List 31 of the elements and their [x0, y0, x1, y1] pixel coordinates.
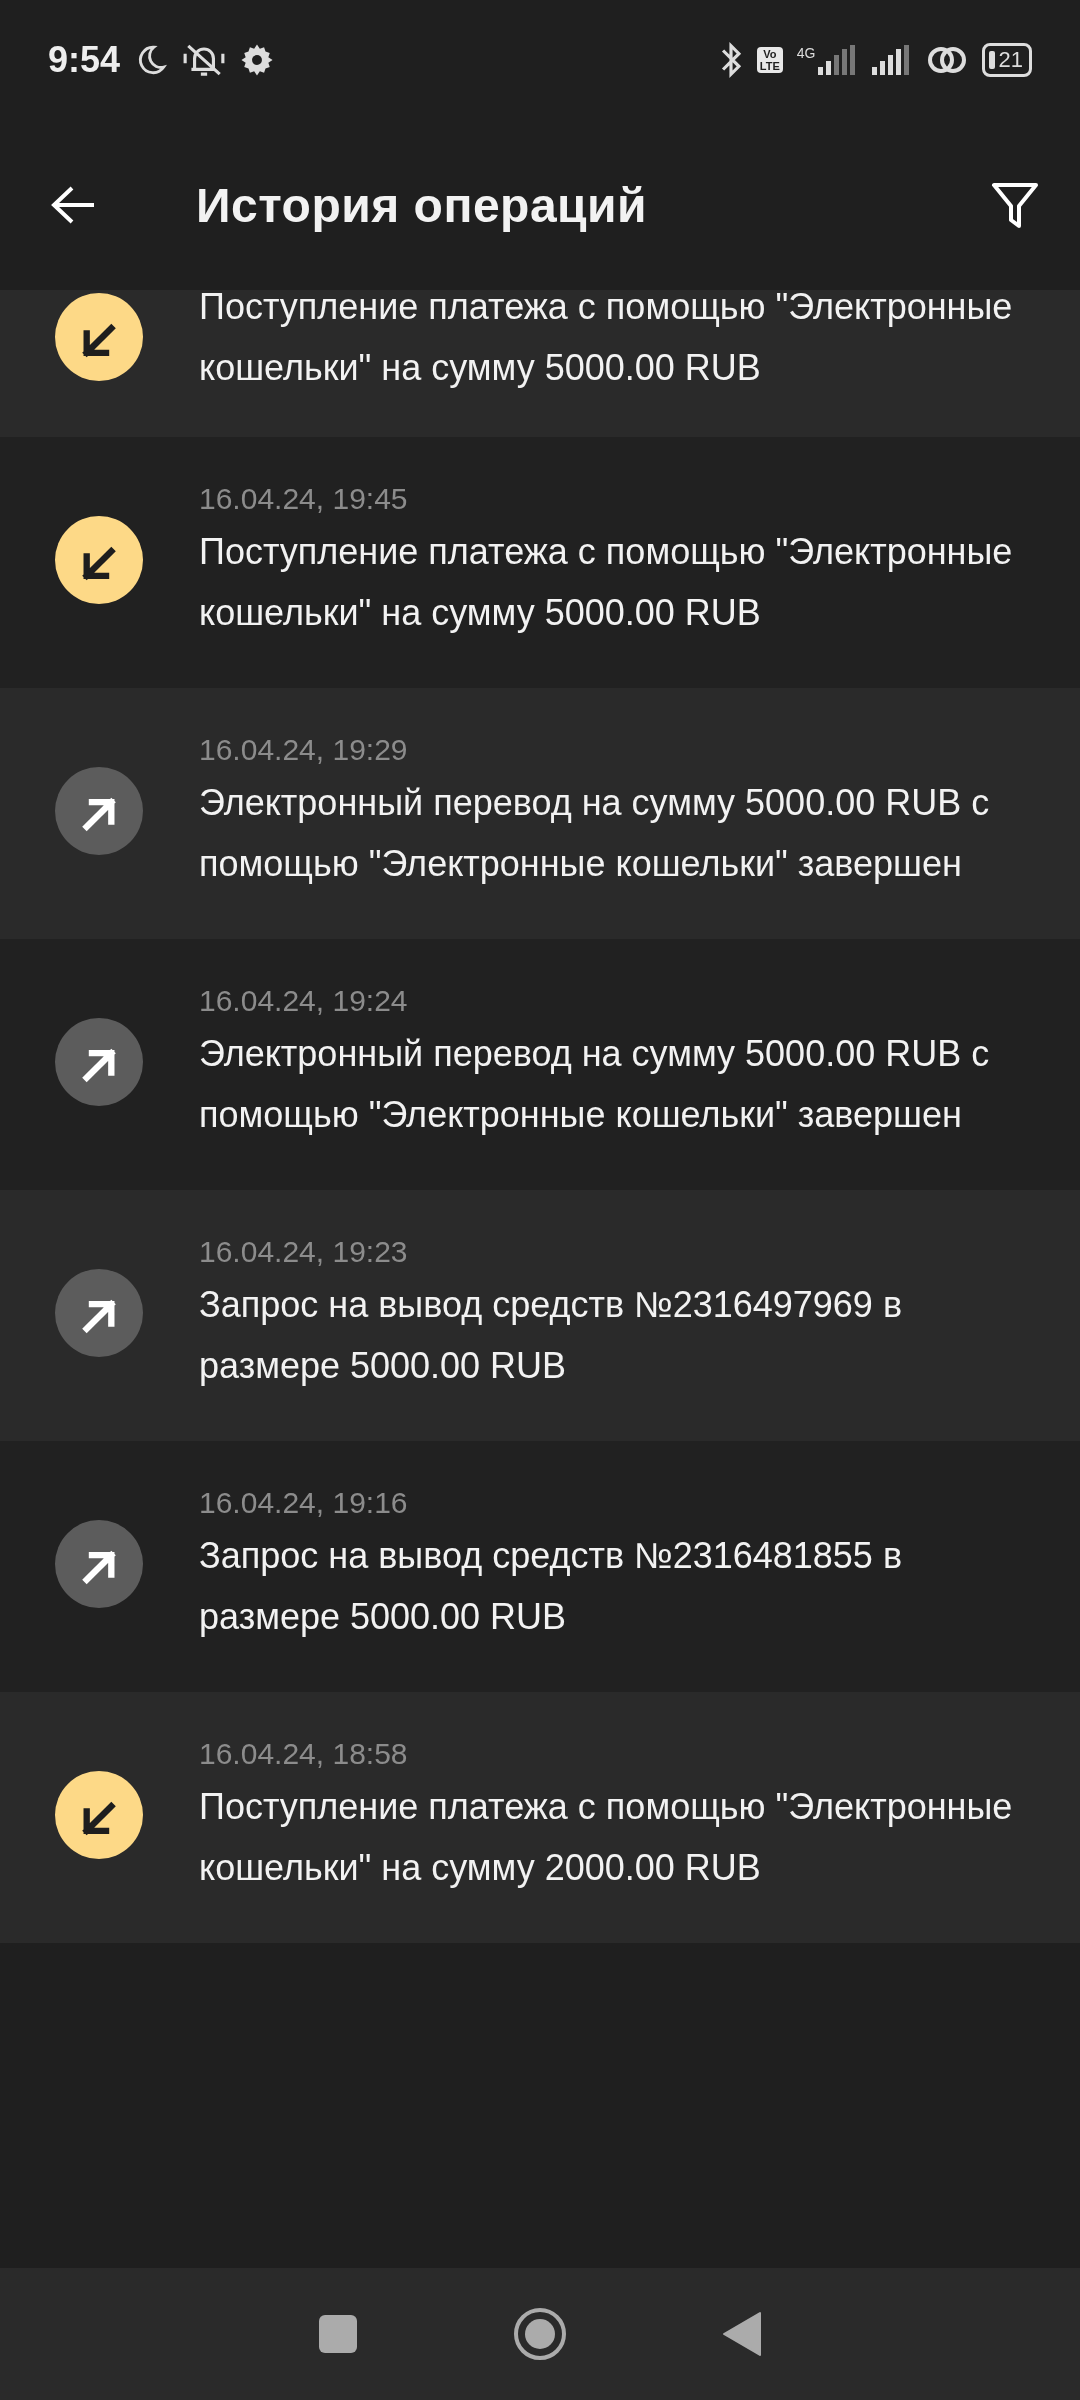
operation-date: 16.04.24, 19:16: [199, 1485, 409, 1521]
operation-date: 16.04.24, 19:45: [199, 481, 409, 517]
filter-icon[interactable]: [990, 180, 1040, 230]
operation-description: Запрос на вывод средств №2316497969 в размере 5000.00 RUB: [199, 1283, 903, 1388]
back-arrow-icon[interactable]: [50, 185, 96, 225]
battery-indicator: 21: [981, 43, 1032, 77]
screen-title: История операций: [196, 177, 649, 233]
signal-icon: [817, 45, 858, 75]
volte-badge: Vo LTE: [756, 47, 783, 73]
operation-date: 16.04.24, 19:24: [199, 983, 409, 1019]
operation-row[interactable]: 16.04.24, 18:58 Поступление платежа с помощью "Электронные кошельки" на сумму 2000.00 RUB: [0, 1692, 1080, 1943]
operation-row[interactable]: 16.04.24, 19:29 Электронный перевод на сумму 5000.00 RUB с помощью "Электронные кошельки" завершен: [0, 688, 1080, 939]
operation-description: Электронный перевод на сумму 5000.00 RUB с помощью "Электронные кошельки" завершен: [199, 1032, 991, 1137]
back-icon[interactable]: [722, 2311, 762, 2357]
clock-time: 9:54: [48, 39, 121, 81]
operation-description: Поступление платежа с помощью "Электронные кошельки" на сумму 2000.00 RUB: [199, 1785, 1014, 1890]
link-icon: [925, 44, 968, 76]
operation-description: Электронный перевод на сумму 5000.00 RUB с помощью "Электронные кошельки" завершен: [199, 781, 991, 886]
network-label: 4G: [796, 45, 816, 61]
operation-date: 16.04.24, 18:58: [199, 1736, 409, 1772]
home-icon[interactable]: [513, 2307, 567, 2361]
operation-description: Поступление платежа с помощью "Электронные кошельки" на сумму 5000.00 RUB: [199, 530, 1014, 635]
operation-date: 16.04.24, 19:29: [199, 732, 409, 768]
operation-date: 16.04.24, 19:23: [199, 1234, 409, 1270]
operation-row[interactable]: 16.04.24, 19:23 Запрос на вывод средств №2316497969 в размере 5000.00 RUB: [0, 1190, 1080, 1441]
operation-description: Поступление платежа с помощью "Электронные кошельки" на сумму 5000.00 RUB: [199, 290, 1014, 390]
signal-icon: [871, 45, 912, 75]
operation-description: Запрос на вывод средств №2316481855 в размере 5000.00 RUB: [199, 1534, 903, 1639]
gear-icon: [240, 43, 275, 77]
operation-row[interactable]: Поступление платежа с помощью "Электронные кошельки" на сумму 5000.00 RUB: [0, 290, 1080, 437]
recents-icon[interactable]: [318, 2314, 358, 2354]
